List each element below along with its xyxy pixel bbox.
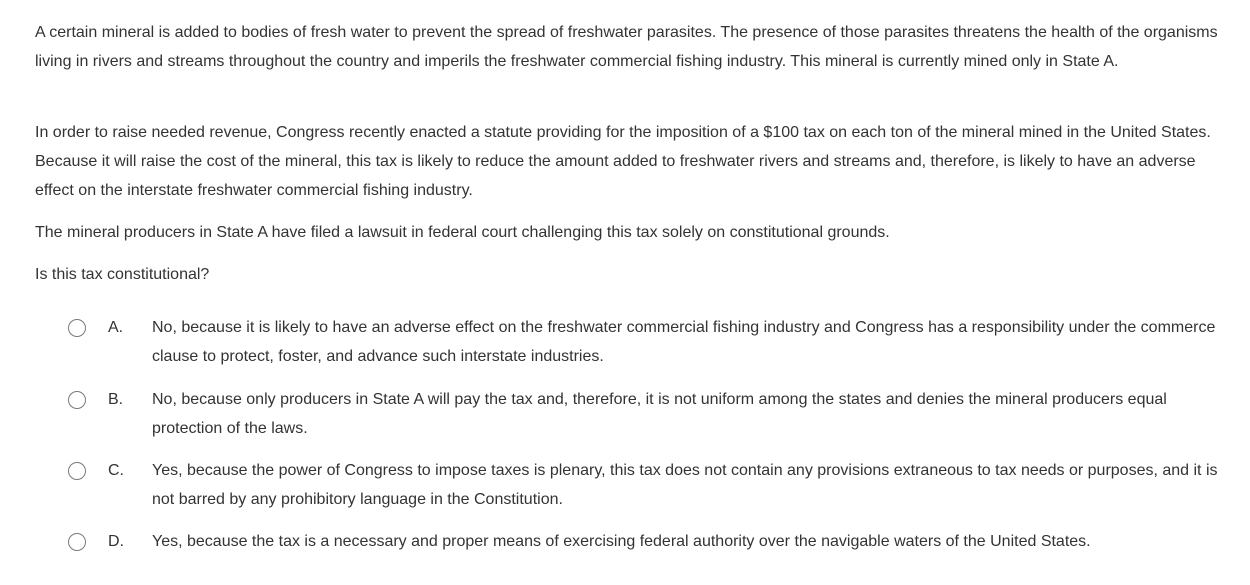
option-text-a[interactable]: No, because it is likely to have an adve… bbox=[152, 313, 1227, 371]
radio-button-a[interactable] bbox=[68, 319, 86, 337]
option-text-c[interactable]: Yes, because the power of Congress to im… bbox=[152, 456, 1227, 514]
radio-button-b[interactable] bbox=[68, 391, 86, 409]
answer-option-d[interactable]: D. Yes, because the tax is a necessary a… bbox=[0, 527, 1250, 585]
answer-option-c[interactable]: C. Yes, because the power of Congress to… bbox=[0, 456, 1250, 514]
stem-paragraph-3: The mineral producers in State A have fi… bbox=[35, 224, 890, 241]
stem-paragraph-2: In order to raise needed revenue, Congre… bbox=[35, 124, 1211, 199]
radio-button-c[interactable] bbox=[68, 462, 86, 480]
option-text-b[interactable]: No, because only producers in State A wi… bbox=[152, 385, 1227, 443]
answer-option-b[interactable]: B. No, because only producers in State A… bbox=[0, 385, 1250, 443]
option-text-d[interactable]: Yes, because the tax is a necessary and … bbox=[152, 527, 1227, 556]
option-letter-a: A. bbox=[108, 319, 124, 336]
option-letter-d: D. bbox=[108, 533, 124, 550]
stem-paragraph-1: A certain mineral is added to bodies of … bbox=[35, 24, 1218, 70]
radio-button-d[interactable] bbox=[68, 533, 86, 551]
question-panel: A certain mineral is added to bodies of … bbox=[0, 0, 1250, 580]
option-letter-c: C. bbox=[108, 462, 124, 479]
option-letter-b: B. bbox=[108, 391, 124, 408]
answer-option-a[interactable]: A. No, because it is likely to have an a… bbox=[0, 313, 1250, 371]
question-prompt: Is this tax constitutional? bbox=[35, 266, 210, 283]
